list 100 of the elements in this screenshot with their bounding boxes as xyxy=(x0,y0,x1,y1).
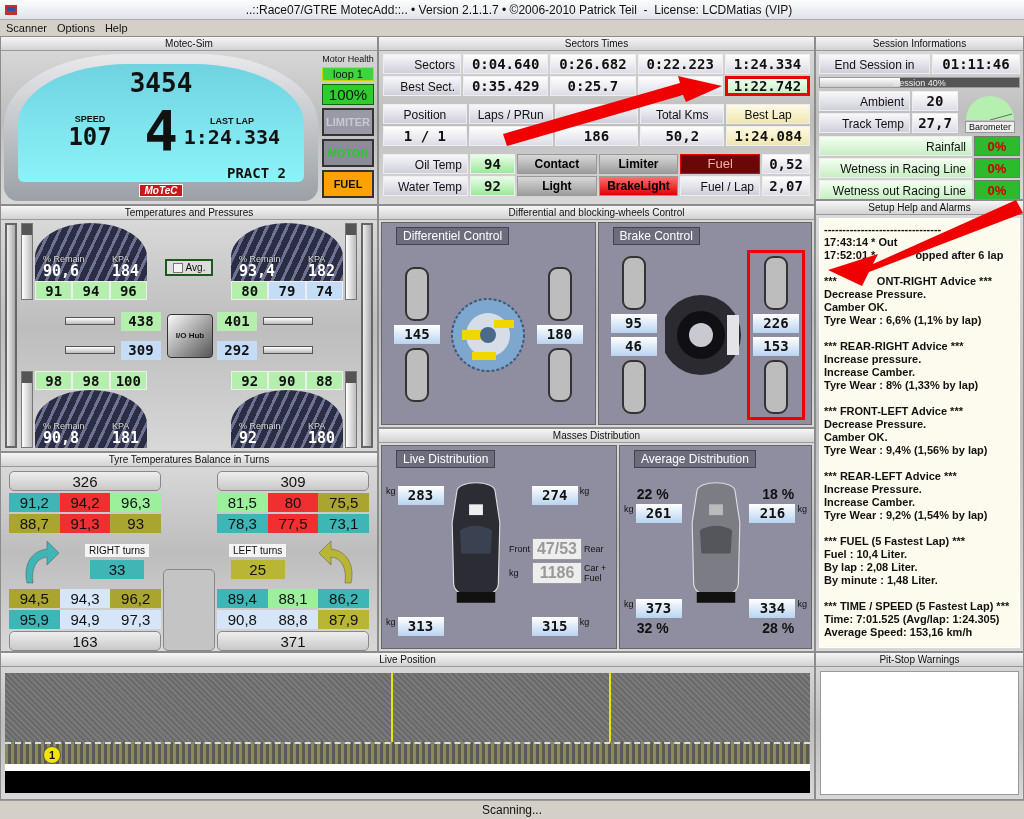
temp-readout: 87,9 xyxy=(318,610,369,629)
percent-readout: 32 % xyxy=(636,620,669,636)
time-readout: 0:04.640 xyxy=(463,54,549,74)
temp-readout: 92 xyxy=(470,176,515,196)
temp-readout: 86,2 xyxy=(318,589,369,608)
stat-readout: 1:24.084 xyxy=(726,126,810,146)
temp-readout: 91,3 xyxy=(59,514,111,533)
load-readout: 309 xyxy=(121,340,161,360)
menu-item[interactable]: Help xyxy=(104,22,128,34)
wheel-slot xyxy=(764,359,788,414)
log-line: 17:52:01 * xyxy=(824,249,876,262)
status-switch[interactable]: Contact xyxy=(517,154,597,174)
temp-readout: 97,3 xyxy=(110,610,161,629)
panel-title: Masses Distribution xyxy=(379,429,814,443)
log-line: Increase Pressure. xyxy=(824,483,922,496)
menu-item[interactable]: Scanner xyxy=(6,22,47,34)
menu-item[interactable]: Options xyxy=(57,22,95,34)
log-line: *** REAR-LEFT Advice *** xyxy=(824,470,957,483)
health-percent: 100% xyxy=(322,84,374,105)
log-line: By lap : 2,08 Liter. xyxy=(824,561,918,574)
log-line: Decrease Pressure. xyxy=(824,418,927,431)
status-switch[interactable]: BrakeLight xyxy=(598,176,679,196)
section-tab[interactable]: Live Distribution xyxy=(396,450,496,468)
brake-readout: 95 xyxy=(610,313,657,333)
section-tab[interactable]: Average Distribution xyxy=(634,450,756,468)
load-readout: 401 xyxy=(217,311,257,331)
log-line: Tyre Wear : 6,6% (1,1% by lap) xyxy=(824,314,982,327)
status-text: Scanning... xyxy=(481,803,542,817)
total-label: Car + Fuel xyxy=(584,563,608,583)
mass-readout: 334 xyxy=(749,599,796,618)
temp-readout: 96,2 xyxy=(110,589,161,608)
tyre-temp: 90 xyxy=(268,371,306,390)
log-line: By minute : 1,48 Liter. xyxy=(824,574,938,587)
status-switch[interactable]: Limiter xyxy=(598,154,679,174)
wheel-slot xyxy=(764,255,788,310)
turns-count: 33 xyxy=(90,559,145,579)
weather-label: Wetness in Racing Line xyxy=(819,158,972,178)
temp-readout: 88,1 xyxy=(267,589,319,608)
log-line: Increase Camber. xyxy=(824,496,916,509)
tyre-temp: 80 xyxy=(231,281,269,300)
temp-readout: 90,8 xyxy=(217,610,268,629)
brand-logo: MoTeC xyxy=(138,184,184,197)
turns-label: RIGHT turns xyxy=(85,543,149,557)
load-readout: 292 xyxy=(217,340,257,360)
log-line: Increase Camber. xyxy=(824,366,916,379)
pressure-label: KPA xyxy=(111,421,131,431)
wheel-slot xyxy=(547,348,572,402)
fuel-per-lap-label: Fuel / Lap xyxy=(680,176,760,196)
log-line: Increase pressure. xyxy=(824,353,922,366)
unit-label: kg xyxy=(579,486,590,496)
section-tab[interactable]: Brake Control xyxy=(612,227,700,245)
load-readout: 438 xyxy=(121,311,161,331)
temp-readout: 94,9 xyxy=(59,610,111,629)
avg-checkbox[interactable]: Avg. xyxy=(164,259,214,276)
panel-title: Tyre Temperatures Balance in Turns xyxy=(1,453,377,467)
log-line: Decrease Pressure. xyxy=(824,288,927,301)
countdown-readout: 01:11:46 xyxy=(932,54,1020,74)
log-line: *** REAR-RIGHT Advice *** xyxy=(824,340,964,353)
remain-label: % Remain xyxy=(43,421,86,431)
track-temp-label: Track Temp xyxy=(819,113,910,133)
mass-readout: 216 xyxy=(749,504,796,523)
row-label: Best Sect. xyxy=(383,76,461,96)
unit-label: kg xyxy=(579,617,590,627)
load-bar xyxy=(65,346,115,354)
remain-label: % Remain xyxy=(239,254,282,264)
front-label: Front xyxy=(509,544,530,554)
tyre-temp: 88 xyxy=(305,371,343,390)
load-bar xyxy=(65,317,115,325)
unit-label: kg xyxy=(797,504,807,514)
gear-readout: 4 xyxy=(144,103,178,159)
stat-label: Best Lap xyxy=(726,104,810,124)
turns-label: LEFT turns xyxy=(229,543,287,557)
avg-label: Avg. xyxy=(185,262,206,273)
warning-light[interactable]: FUEL xyxy=(322,170,374,198)
status-switch[interactable]: Light xyxy=(517,176,597,196)
wheel-slot xyxy=(547,267,572,321)
temp-readout: 77,5 xyxy=(267,514,319,533)
percent-readout: 22 % xyxy=(636,486,669,502)
checkbox-square[interactable] xyxy=(172,262,183,273)
panel-title: Temperatures and Pressures xyxy=(1,206,377,220)
log-line: opped after 6 lap xyxy=(915,249,1004,262)
fuel-readout: 2,07 xyxy=(762,176,810,196)
ratio-readout: 47/53 xyxy=(532,538,582,560)
hub-label: I/O Hub xyxy=(175,331,205,340)
section-tab[interactable]: Differentiel Control xyxy=(396,227,510,245)
tyre-temp: 98 xyxy=(35,371,73,390)
weather-label: Wetness out Racing Line xyxy=(819,180,972,199)
temp-readout: 95,9 xyxy=(9,610,60,629)
last-lap-label: LAST LAP xyxy=(209,115,254,126)
time-readout: 0:35.429 xyxy=(463,76,549,96)
log-line: Fuel : 10,4 Liter. xyxy=(824,548,908,561)
diff-readout: 180 xyxy=(536,325,583,344)
temp-label: Water Temp xyxy=(383,176,468,196)
weather-label: Rainfall xyxy=(819,136,972,156)
unit-label: kg xyxy=(797,599,807,609)
unit-label: kg xyxy=(386,617,396,627)
remain-readout: 93,4 xyxy=(239,264,277,279)
health-title: Motor Health xyxy=(322,54,374,64)
unit-label: kg xyxy=(509,568,520,578)
log-line: *** FRONT-LEFT Advice *** xyxy=(824,405,963,418)
